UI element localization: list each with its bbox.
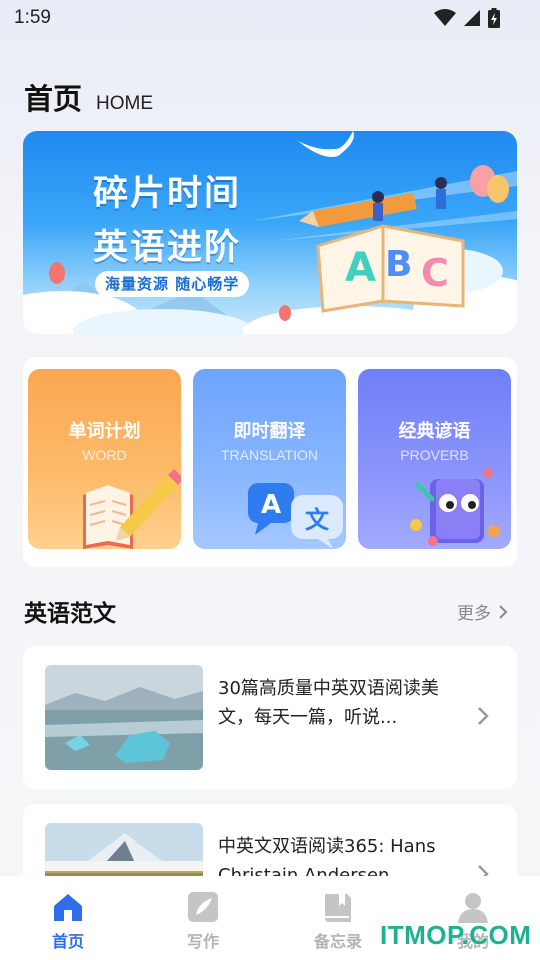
svg-text:A: A <box>261 490 281 520</box>
article-title: 30篇高质量中英双语阅读美文，每天一篇，听说... <box>218 678 439 728</box>
feature-panel: 单词计划 WORD 即时翻译 TRANSLATION A 文 经典谚语 PROV… <box>23 357 517 567</box>
chevron-right-icon <box>499 604 508 619</box>
home-icon <box>54 894 82 921</box>
svg-text:A: A <box>345 245 376 291</box>
banner-headline-1: 碎片时间 <box>93 174 242 214</box>
nav-label: 首页 <box>51 932 84 951</box>
user-icon <box>458 893 488 923</box>
nav-item-home[interactable]: 首页 <box>18 890 118 952</box>
pen-icon <box>188 892 218 922</box>
article-card[interactable]: 30篇高质量中英双语阅读美文，每天一篇，听说... <box>23 646 517 789</box>
svg-text:C: C <box>421 251 449 295</box>
notebook-pencil-icon <box>83 469 181 549</box>
feature-subtitle: WORD <box>82 447 127 463</box>
page-subtitle: HOME <box>96 93 154 114</box>
feature-title: 单词计划 <box>68 421 141 442</box>
book-character-icon <box>410 468 500 546</box>
page-title: 首页 <box>24 82 83 116</box>
feature-card-proverb[interactable]: 经典谚语 PROVERB <box>358 369 511 549</box>
feature-title: 即时翻译 <box>233 421 306 442</box>
chevron-right-icon <box>478 707 489 725</box>
banner-tagline: 海量资源 随心畅学 <box>95 271 250 297</box>
more-link[interactable]: 更多 <box>457 599 508 624</box>
section-header: 英语范文 更多 <box>24 592 508 628</box>
nav-label: 写作 <box>186 932 219 951</box>
status-icons <box>434 8 500 28</box>
signal-icon <box>464 10 480 26</box>
nav-item-memo[interactable]: 备忘录 <box>288 890 388 952</box>
promo-banner[interactable]: A B C 碎片时间 英语进阶 海量资源 随心畅学 <box>23 131 517 334</box>
status-time: 1:59 <box>14 7 51 28</box>
svg-text:文: 文 <box>305 506 330 534</box>
battery-icon <box>488 8 500 28</box>
section-title: 英语范文 <box>24 601 116 627</box>
feature-card-translation[interactable]: 即时翻译 TRANSLATION A 文 <box>193 369 346 549</box>
wifi-icon <box>434 9 456 26</box>
feature-title: 经典谚语 <box>398 421 471 442</box>
more-label: 更多 <box>457 604 491 624</box>
book-icon <box>325 894 351 922</box>
feature-subtitle: PROVERB <box>400 447 469 463</box>
nav-label: 备忘录 <box>313 932 362 951</box>
status-bar: 1:59 <box>0 0 540 38</box>
page-header: 首页 HOME <box>24 76 153 118</box>
feature-card-word[interactable]: 单词计划 WORD <box>28 369 181 549</box>
svg-text:B: B <box>385 244 412 285</box>
feature-subtitle: TRANSLATION <box>221 447 318 463</box>
iceberg-image <box>45 665 203 770</box>
banner-headline-2: 英语进阶 <box>93 228 242 268</box>
translate-bubbles-icon: A 文 <box>248 483 343 549</box>
article-thumbnail <box>45 665 203 770</box>
watermark: ITMOP.COM <box>380 920 532 950</box>
nav-item-writing[interactable]: 写作 <box>153 890 253 952</box>
